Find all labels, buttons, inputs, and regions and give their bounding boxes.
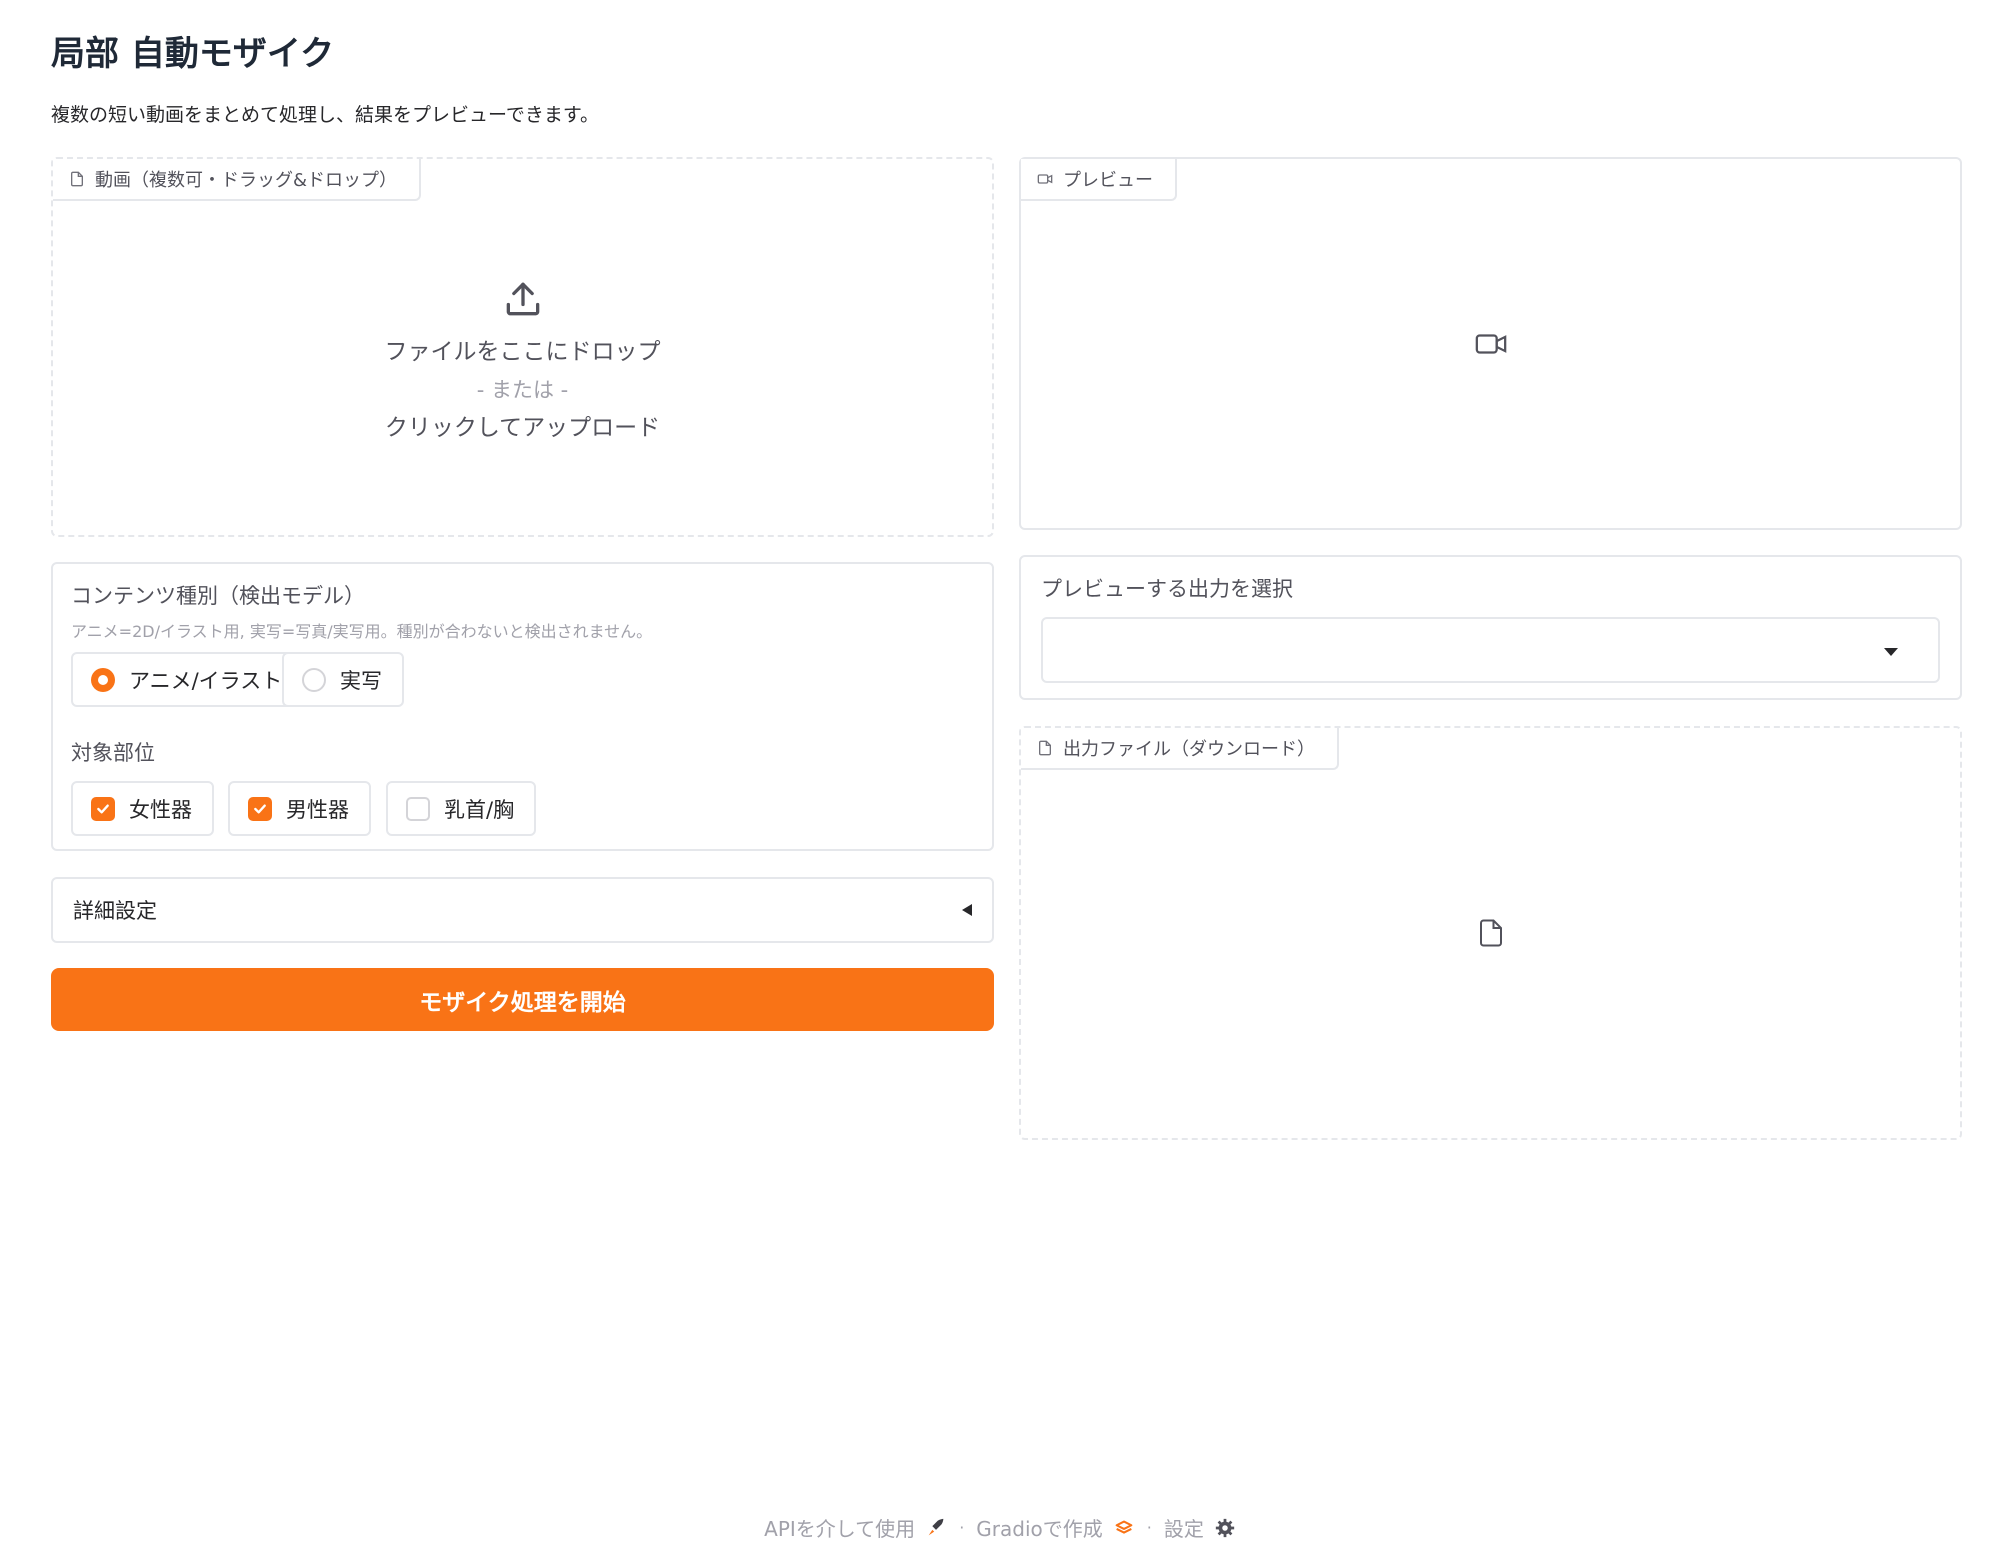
video-camera-icon xyxy=(1037,174,1053,184)
preview-label-tab: プレビュー xyxy=(1021,159,1177,201)
video-upload-dropzone[interactable]: 動画（複数可・ドラッグ&ドロップ） ファイルをここにドロップ - または - ク… xyxy=(51,157,994,537)
advanced-settings-accordion[interactable]: 詳細設定 xyxy=(51,877,994,943)
footer-settings-text: 設定 xyxy=(1163,1517,1204,1541)
file-icon xyxy=(71,171,83,187)
output-select-dropdown[interactable] xyxy=(1041,617,1940,683)
start-mosaic-button[interactable]: モザイク処理を開始 xyxy=(51,968,994,1031)
footer: APIを介して使用 · Gradioで作成 · 設定 xyxy=(0,1513,2000,1542)
radio-option-live-action[interactable]: 実写 xyxy=(282,652,404,707)
radio-option-anime[interactable]: アニメ/イラスト xyxy=(71,652,305,707)
output-select-group: プレビューする出力を選択 xyxy=(1019,555,1962,700)
page-title: 局部 自動モザイク xyxy=(51,34,335,74)
preview-label: プレビュー xyxy=(1063,170,1153,191)
checkbox-option-label: 乳首/胸 xyxy=(444,797,515,822)
check-icon xyxy=(254,804,266,813)
footer-settings-link[interactable]: 設定 xyxy=(1164,1513,1236,1542)
footer-separator: · xyxy=(959,1518,965,1537)
radio-unselected-indicator[interactable] xyxy=(302,667,326,692)
upload-icon xyxy=(506,282,539,316)
radio-option-label: 実写 xyxy=(340,668,382,693)
drop-text: ファイルをここにドロップ xyxy=(384,339,661,365)
footer-gradio-link[interactable]: Gradioで作成 xyxy=(976,1513,1134,1542)
click-upload-text: クリックしてアップロード xyxy=(384,415,661,441)
footer-separator: · xyxy=(1146,1518,1152,1537)
output-file-panel: 出力ファイル（ダウンロード） xyxy=(1019,726,1962,1140)
rocket-icon xyxy=(928,1518,944,1535)
checkbox-option-male[interactable]: 男性器 xyxy=(228,781,371,836)
content-type-info: アニメ=2D/イラスト用, 実写=写真/実写用。種別が合わないと検出されません。 xyxy=(71,622,653,641)
check-icon xyxy=(97,804,109,813)
checkbox-option-label: 男性器 xyxy=(286,797,349,822)
file-icon xyxy=(1039,740,1051,756)
footer-api-text: APIを介して使用 xyxy=(764,1517,916,1541)
collapse-arrow-icon[interactable] xyxy=(962,904,972,916)
checkbox-option-label: 女性器 xyxy=(129,797,192,822)
file-placeholder-icon xyxy=(1479,919,1502,947)
advanced-settings-label: 詳細設定 xyxy=(73,899,157,923)
video-upload-label-tab: 動画（複数可・ドラッグ&ドロップ） xyxy=(53,159,422,201)
gradio-logo-icon xyxy=(1115,1520,1133,1534)
output-file-label: 出力ファイル（ダウンロード） xyxy=(1063,739,1315,760)
target-parts-label: 対象部位 xyxy=(71,741,155,765)
or-text: - または - xyxy=(476,378,569,402)
video-preview-panel: プレビュー xyxy=(1019,157,1962,530)
radio-selected-indicator[interactable] xyxy=(91,667,115,692)
output-file-label-tab: 出力ファイル（ダウンロード） xyxy=(1021,728,1339,770)
video-placeholder-icon xyxy=(1475,333,1506,354)
output-select-label: プレビューする出力を選択 xyxy=(1041,577,1293,601)
checkbox-option-nipple-chest[interactable]: 乳首/胸 xyxy=(386,781,537,836)
content-type-label: コンテンツ種別（検出モデル） xyxy=(71,584,365,608)
checkbox-unchecked[interactable] xyxy=(406,796,430,821)
gear-icon xyxy=(1215,1518,1235,1537)
detection-settings-group: コンテンツ種別（検出モデル） アニメ=2D/イラスト用, 実写=写真/実写用。種… xyxy=(51,562,994,851)
checkbox-checked[interactable] xyxy=(248,796,272,821)
page-description: 複数の短い動画をまとめて処理し、結果をプレビューできます。 xyxy=(51,104,599,126)
checkbox-checked[interactable] xyxy=(91,796,115,821)
radio-option-label: アニメ/イラスト xyxy=(129,668,283,693)
upload-prompt[interactable]: ファイルをここにドロップ - または - クリックしてアップロード xyxy=(53,277,992,447)
dropdown-caret-icon[interactable] xyxy=(1884,648,1898,656)
video-upload-label: 動画（複数可・ドラッグ&ドロップ） xyxy=(95,170,398,191)
checkbox-option-female[interactable]: 女性器 xyxy=(71,781,214,836)
footer-api-link[interactable]: APIを介して使用 xyxy=(764,1513,947,1542)
footer-built-with-text: Gradioで作成 xyxy=(976,1517,1103,1541)
